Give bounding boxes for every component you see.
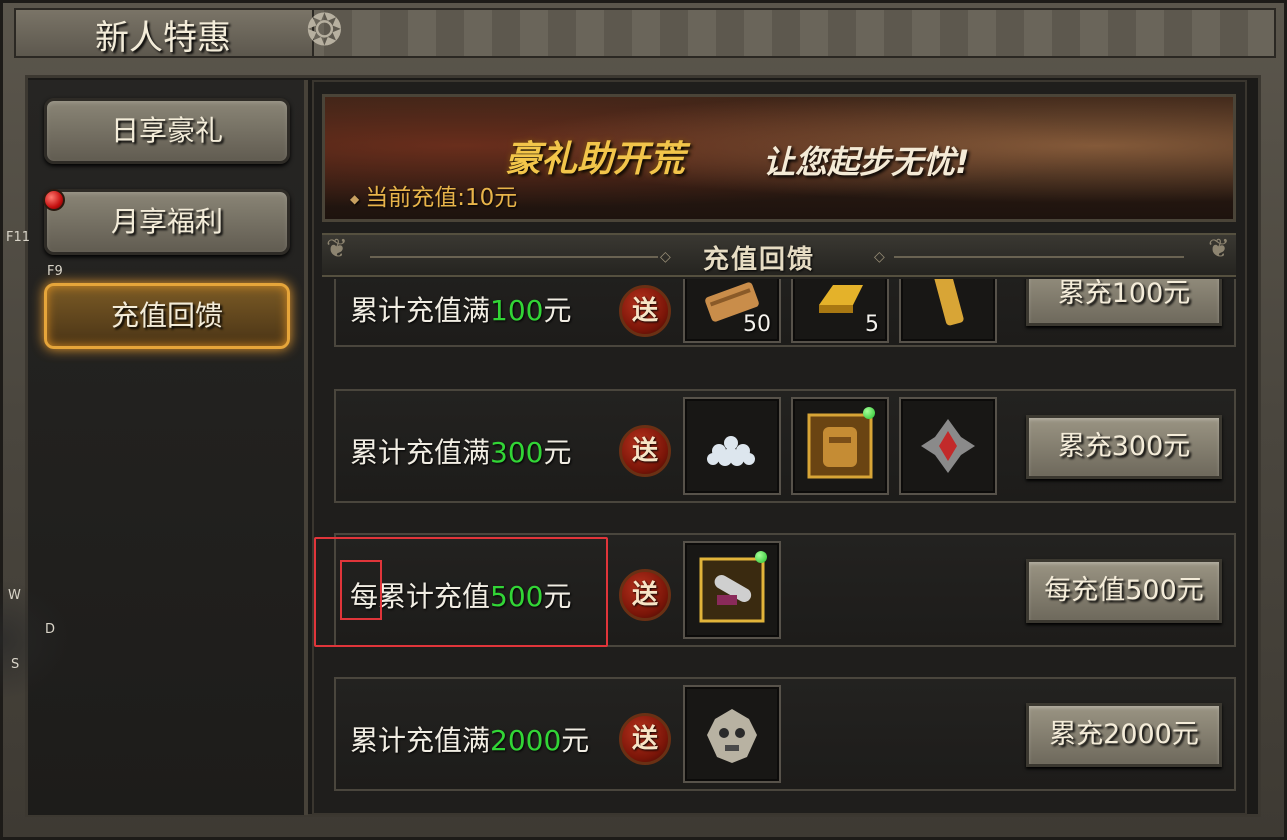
silver-coins-icon [707, 436, 755, 466]
cloud-ornament-icon: ❂ [306, 5, 343, 56]
item-count: 5 [865, 312, 879, 337]
corner-ornament-icon: ❦ [326, 234, 348, 264]
gift-badge: 送 [619, 425, 671, 477]
golden-weapon-icon [932, 279, 964, 326]
claim-button-300[interactable]: 累充300元 [1026, 415, 1222, 479]
divider [370, 256, 658, 258]
status-dot [863, 407, 875, 419]
status-dot [755, 551, 767, 563]
reward-condition: 累计充值满300元 [350, 436, 572, 469]
sidebar-item-monthly-welfare[interactable]: 月享福利 [44, 189, 290, 255]
item-slot[interactable] [899, 279, 997, 343]
current-recharge: ◆ 当前充值:10元 [350, 178, 517, 212]
reward-condition: 累计充值满2000元 [350, 724, 590, 757]
reward-row: 累计充值满2000元 送 累充2000元 [334, 677, 1236, 791]
golden-armor-icon [807, 413, 873, 479]
item-count: 50 [743, 312, 771, 337]
reward-condition: 累计充值满100元 [350, 294, 572, 327]
item-slot[interactable] [683, 541, 781, 639]
window-title: 新人特惠 [95, 18, 231, 58]
item-slot[interactable] [683, 685, 781, 783]
hotkey-f11: F11 [6, 230, 31, 245]
notification-dot [43, 189, 65, 211]
gift-badge: 送 [619, 285, 671, 337]
recharge-label: 当前充值: [365, 185, 465, 211]
diamond-icon: ◆ [350, 191, 360, 206]
recharge-value: 10元 [464, 185, 518, 211]
gift-badge: 送 [619, 713, 671, 765]
claim-button-500[interactable]: 每充值500元 [1026, 559, 1222, 623]
gift-badge: 送 [619, 569, 671, 621]
red-emblem-icon [921, 419, 975, 473]
section-title: 充值回馈 [703, 245, 816, 275]
hotkey-s: S [11, 657, 20, 672]
claim-button-100[interactable]: 累充100元 [1026, 279, 1222, 326]
hotkey-w: W [8, 588, 21, 603]
item-slot[interactable] [899, 397, 997, 495]
reward-row: 累计充值满100元 送 50 5 累充100元 [334, 279, 1236, 347]
highlight-char-box [340, 560, 382, 620]
sidebar-item-recharge-rewards[interactable]: 充值回馈 [44, 283, 290, 349]
banner-title: 豪礼助开荒 [505, 139, 686, 180]
banner-subtitle: 让您起步无忧! [763, 143, 970, 181]
item-slot[interactable] [791, 397, 889, 495]
hotkey-f9: F9 [47, 264, 63, 279]
reward-row: 累计充值满300元 送 累充300元 [334, 389, 1236, 503]
item-slot[interactable]: 50 [683, 279, 781, 343]
item-slot[interactable]: 5 [791, 279, 889, 343]
sidebar-item-daily-gift[interactable]: 日享豪礼 [44, 98, 290, 164]
hotkey-d: D [45, 622, 56, 637]
item-slot[interactable] [683, 397, 781, 495]
corner-ornament-icon: ❦ [1208, 234, 1230, 264]
divider [894, 256, 1184, 258]
claim-button-2000[interactable]: 累充2000元 [1026, 703, 1222, 767]
gold-bar-icon [819, 285, 863, 313]
diamond-icon: ◇ [874, 249, 885, 265]
diamond-icon: ◇ [660, 249, 671, 265]
demon-mask-icon [707, 709, 757, 763]
scroll-bundle-icon [699, 557, 765, 623]
